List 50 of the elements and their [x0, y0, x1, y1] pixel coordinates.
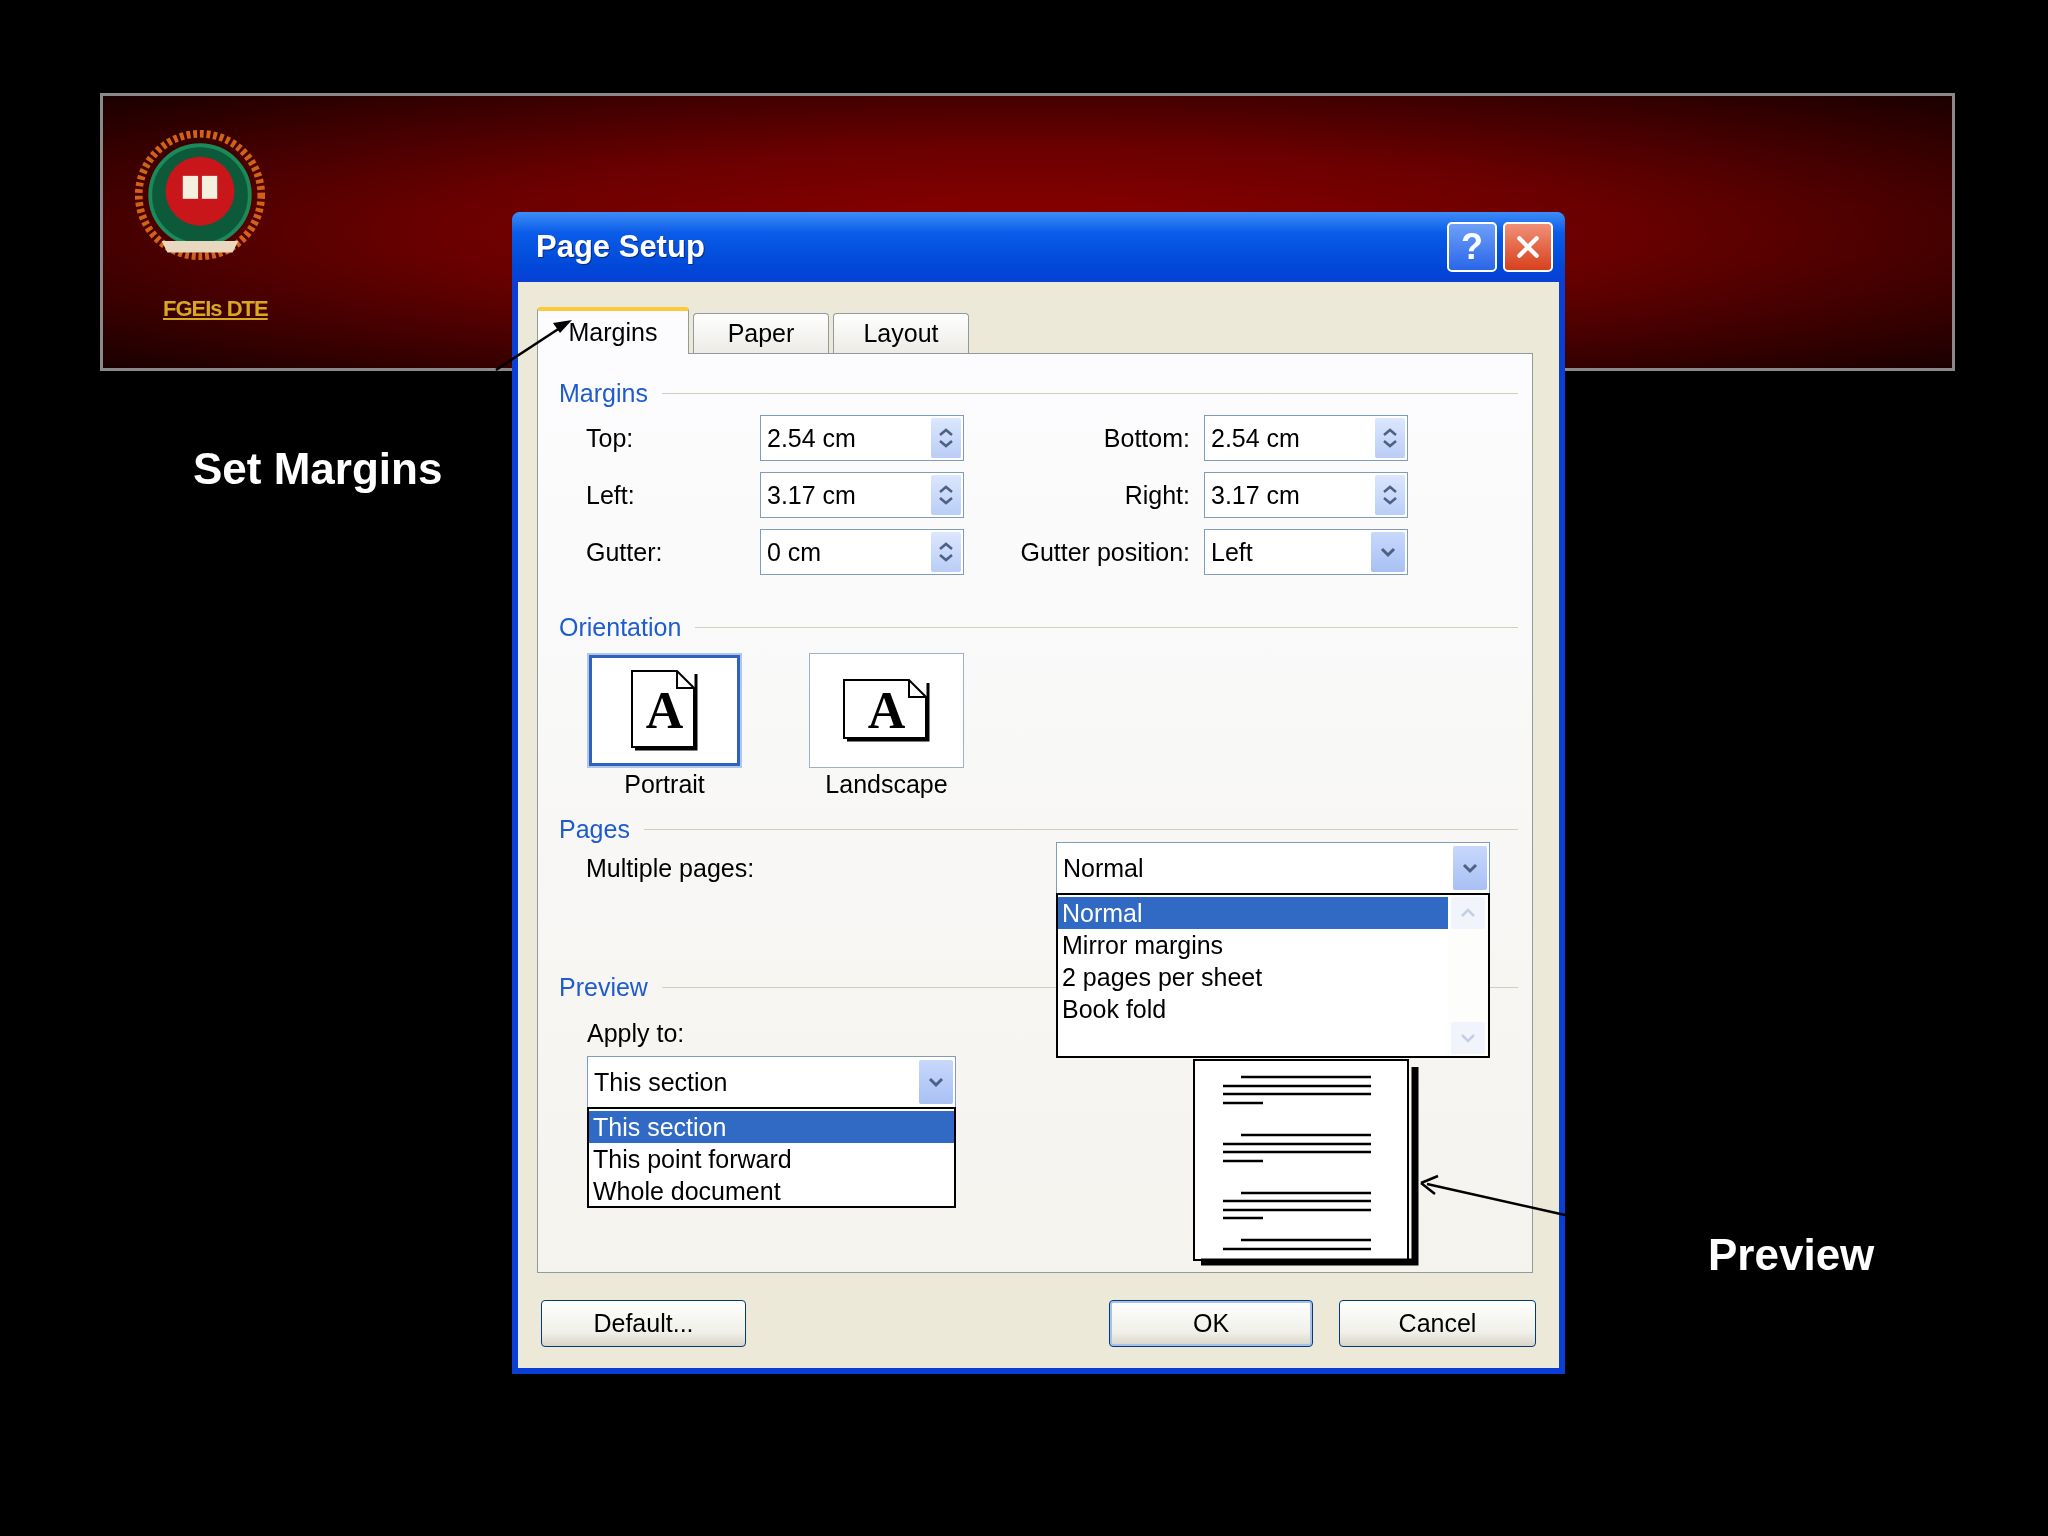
list-item[interactable]: Normal — [1058, 897, 1448, 929]
list-item[interactable]: This section — [589, 1111, 954, 1143]
spin-buttons[interactable] — [1375, 418, 1405, 458]
spin-field[interactable]: 3.17 cm — [760, 472, 964, 518]
dropdown-arrow-button[interactable] — [1453, 846, 1487, 890]
dropdown-arrow-button[interactable] — [919, 1060, 953, 1104]
field-label: Right: — [1123, 480, 1191, 510]
list-item[interactable]: Mirror margins — [1058, 929, 1448, 961]
option-label: Portrait — [624, 769, 705, 799]
dialog-button[interactable]: Default... — [541, 1300, 746, 1347]
group-heading: Orientation — [559, 612, 682, 642]
orientation-option[interactable]: A — [587, 653, 742, 768]
tab[interactable]: Paper — [693, 313, 829, 353]
orientation-option[interactable]: A — [809, 653, 964, 768]
spin-field[interactable]: 2.54 cm — [1204, 415, 1408, 461]
logo-caption: FGEIs DTE — [163, 296, 268, 322]
emblem-icon — [133, 128, 267, 262]
list-item[interactable]: This point forward — [589, 1143, 954, 1175]
group-heading: Margins — [559, 378, 648, 408]
spin-buttons[interactable] — [931, 418, 961, 458]
list-item[interactable]: Book fold — [1058, 993, 1448, 1025]
field-label: Left: — [586, 480, 636, 510]
group-heading: Preview — [559, 972, 648, 1002]
group-heading: Pages — [559, 814, 630, 844]
dialog-button[interactable]: Cancel — [1339, 1300, 1536, 1347]
dropdown-field[interactable]: Left — [1204, 529, 1408, 575]
field-label: Gutter position: — [1019, 537, 1191, 567]
window-title: Page Setup — [536, 229, 705, 265]
field-label: Gutter: — [586, 537, 664, 567]
field-label: Bottom: — [1102, 423, 1191, 453]
tab[interactable]: Layout — [833, 313, 969, 353]
callout-label: Preview — [1708, 1230, 1875, 1280]
field-label: Multiple pages: — [586, 853, 756, 883]
spin-field[interactable]: 0 cm — [760, 529, 964, 575]
callout-label: Set Margins — [193, 444, 443, 494]
tab[interactable]: Margins — [537, 307, 689, 354]
spin-buttons[interactable] — [931, 532, 961, 572]
close-button[interactable] — [1503, 222, 1553, 272]
field-label: Top: — [586, 423, 635, 453]
dialog-button[interactable]: OK — [1109, 1300, 1313, 1347]
list-item[interactable]: Whole document — [589, 1175, 954, 1207]
close-icon — [1515, 234, 1541, 260]
spin-field[interactable]: 2.54 cm — [760, 415, 964, 461]
spin-buttons[interactable] — [931, 475, 961, 515]
field-label: Apply to: — [587, 1018, 686, 1048]
option-label: Landscape — [825, 769, 948, 799]
spin-field[interactable]: 3.17 cm — [1204, 472, 1408, 518]
spin-buttons[interactable] — [1375, 475, 1405, 515]
list-item[interactable]: 2 pages per sheet — [1058, 961, 1448, 993]
dropdown-arrow-button[interactable] — [1371, 532, 1405, 572]
